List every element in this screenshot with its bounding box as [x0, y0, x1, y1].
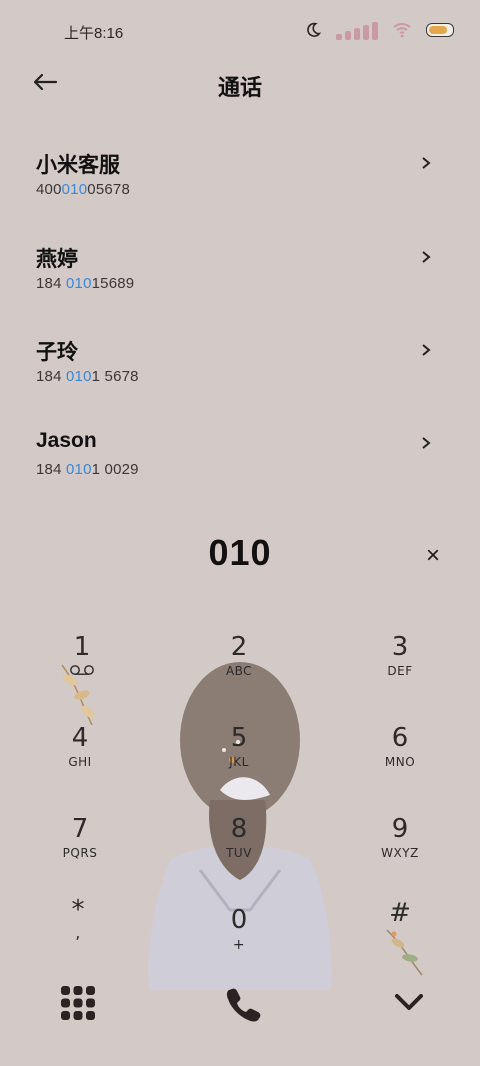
- chevron-right-icon[interactable]: [420, 155, 432, 171]
- plant-decoration-icon: [386, 929, 423, 976]
- header: 通话: [0, 62, 480, 108]
- key-7[interactable]: 7 PQRS: [20, 814, 140, 860]
- chevron-right-icon[interactable]: [420, 342, 432, 358]
- dialed-number: 010: [208, 532, 272, 573]
- contact-row[interactable]: 子玲 184 0101 5678: [0, 336, 480, 406]
- contact-row[interactable]: Jason 184 0101 0029: [0, 429, 480, 499]
- contact-name: 小米客服: [36, 154, 120, 177]
- chevron-down-icon[interactable]: [394, 990, 424, 1014]
- key-8[interactable]: 8 TUV: [179, 814, 299, 860]
- chevron-right-icon[interactable]: [420, 435, 432, 451]
- contact-row[interactable]: 燕婷 184 01015689: [0, 243, 480, 313]
- key-2[interactable]: 2 ABC: [179, 632, 299, 678]
- key-star[interactable]: * ,: [18, 895, 138, 942]
- key-hash[interactable]: #: [340, 898, 460, 928]
- contact-name: 燕婷: [36, 248, 78, 271]
- status-time: 上午8:16: [64, 25, 124, 42]
- page-title: 通话: [217, 75, 262, 100]
- key-3[interactable]: 3 DEF: [340, 632, 460, 678]
- moon-icon: [307, 22, 322, 37]
- key-6[interactable]: 6 MNO: [340, 723, 460, 769]
- wifi-icon: [393, 23, 411, 38]
- contact-number: 184 0101 0029: [36, 461, 139, 478]
- status-bar: 上午8:16: [0, 0, 480, 62]
- contact-number: 184 01015689: [36, 275, 135, 292]
- key-5[interactable]: 5 JKL: [179, 723, 299, 769]
- contact-name: Jason: [36, 429, 97, 452]
- phone-call-icon[interactable]: [224, 985, 262, 1023]
- key-0[interactable]: 0 +: [179, 905, 299, 953]
- contact-number: 40001005678: [36, 181, 130, 198]
- key-9[interactable]: 9 WXYZ: [340, 814, 460, 860]
- contact-row[interactable]: 小米客服 40001005678: [0, 149, 480, 219]
- contact-number: 184 0101 5678: [36, 368, 139, 385]
- chevron-right-icon[interactable]: [420, 249, 432, 265]
- status-icons: [304, 20, 454, 40]
- signal-icon: [336, 20, 378, 40]
- contact-name: 子玲: [36, 341, 78, 364]
- key-4[interactable]: 4 GHI: [20, 723, 140, 769]
- clear-icon[interactable]: ×: [426, 542, 440, 570]
- battery-icon: [426, 23, 454, 37]
- voicemail-icon: [70, 665, 94, 675]
- key-1[interactable]: 1: [22, 632, 142, 681]
- dialpad-grid-icon[interactable]: [60, 985, 96, 1021]
